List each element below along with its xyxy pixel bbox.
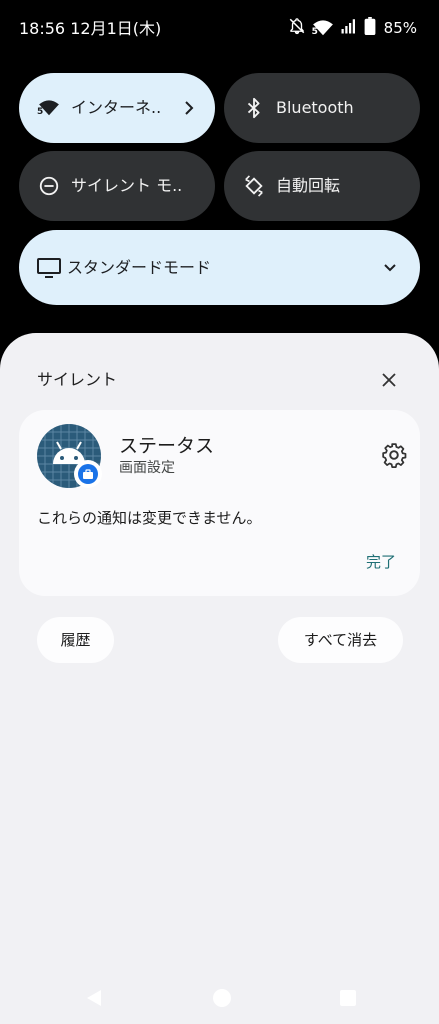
chevron-down-icon[interactable] — [382, 260, 398, 276]
tile-auto-rotate[interactable]: 自動回転 — [224, 151, 420, 221]
bluetooth-icon — [242, 96, 266, 120]
chevron-right-icon — [181, 100, 197, 116]
wifi-badge: 5 — [311, 27, 318, 37]
notifications-off-icon — [288, 17, 306, 39]
tile-silent-mode-label: サイレント モ.. — [71, 176, 183, 195]
notification-app-name: ステータス — [119, 435, 215, 457]
tile-display-mode-label: スタンダードモード — [67, 257, 212, 277]
screen: 18:56 12月1日(木) 5 85% 5 インターネ.. Bluetooth… — [0, 0, 439, 1024]
status-bar: 18:56 12月1日(木) 5 85% — [0, 0, 439, 56]
tile-silent-mode[interactable]: サイレント モ.. — [19, 151, 215, 221]
nav-home-icon[interactable] — [213, 989, 231, 1007]
auto-rotate-icon — [242, 174, 266, 198]
tile-internet-label: インターネ.. — [71, 98, 162, 117]
history-button[interactable]: 履歴 — [37, 617, 114, 663]
status-date: 12月1日(木) — [70, 19, 162, 38]
gear-icon[interactable] — [380, 441, 408, 469]
status-icons: 5 85% — [288, 17, 417, 39]
notification-subtitle: 画面設定 — [119, 460, 175, 476]
wifi-icon: 5 — [312, 19, 334, 37]
nav-recents-icon[interactable] — [340, 990, 356, 1006]
tile-bluetooth-label: Bluetooth — [276, 98, 354, 117]
tile-bluetooth[interactable]: Bluetooth — [224, 73, 420, 143]
status-time: 18:56 — [19, 19, 66, 38]
nav-back-icon[interactable] — [84, 988, 104, 1008]
monitor-icon — [37, 256, 61, 280]
battery-percent: 85% — [383, 19, 417, 37]
work-profile-badge-icon — [74, 460, 102, 488]
do-not-disturb-icon — [37, 174, 61, 198]
tile-auto-rotate-label: 自動回転 — [276, 176, 341, 195]
cellular-signal-icon — [340, 17, 358, 39]
section-title-silent: サイレント — [37, 370, 118, 389]
notification-message: これらの通知は変更できません。 — [37, 509, 262, 527]
battery-icon — [364, 17, 376, 39]
tile-display-mode[interactable]: スタンダードモード — [19, 230, 420, 305]
wifi-badge: 5 — [37, 107, 44, 117]
close-icon[interactable] — [379, 370, 399, 390]
tile-internet[interactable]: 5 インターネ.. — [19, 73, 215, 143]
status-clock: 18:56 12月1日(木) — [19, 19, 161, 39]
clear-all-button[interactable]: すべて消去 — [278, 617, 403, 663]
wifi-icon: 5 — [37, 96, 61, 120]
done-button[interactable]: 完了 — [366, 552, 396, 572]
